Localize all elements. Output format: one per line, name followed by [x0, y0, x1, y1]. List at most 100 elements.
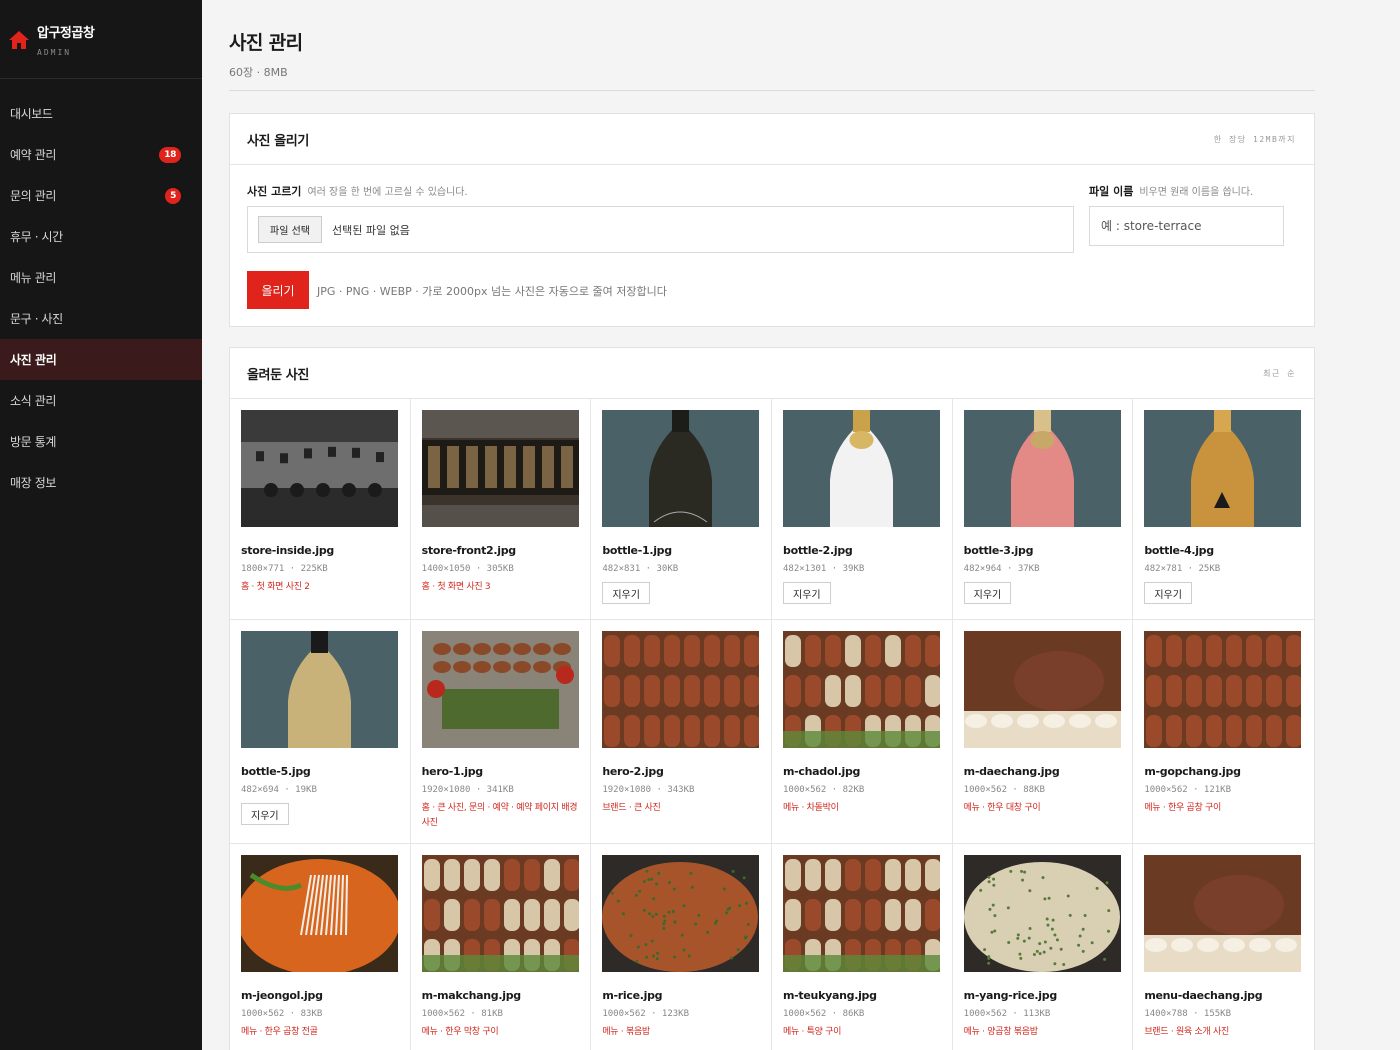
- photo-filename: m-makchang.jpg: [421, 989, 522, 1002]
- photo-filename: m-daechang.jpg: [963, 765, 1060, 778]
- name-field-label: 파일 이름 비우면 원래 이름을 씁니다.: [1089, 183, 1253, 199]
- photo-thumbnail[interactable]: [783, 631, 940, 748]
- photo-thumbnail[interactable]: [241, 631, 398, 748]
- photo-filename: store-front2.jpg: [421, 544, 517, 557]
- photo-usage: 브랜드 · 큰 사진: [602, 803, 661, 813]
- photo-thumbnail[interactable]: [963, 410, 1121, 527]
- file-name-input[interactable]: [1089, 206, 1284, 246]
- photo-meta: 1000×562 · 83KB: [241, 1009, 323, 1019]
- sidebar-item-0[interactable]: 대시보드: [0, 93, 202, 134]
- photo-thumbnail[interactable]: [963, 855, 1121, 972]
- photo-thumbnail[interactable]: [421, 410, 579, 527]
- delete-photo-button[interactable]: 지우기: [783, 582, 831, 604]
- sort-toggle[interactable]: 최근 순: [1263, 368, 1296, 379]
- pick-field-label: 사진 고르기 여러 장을 한 번에 고르실 수 있습니다.: [247, 183, 468, 199]
- photo-tile: menu-daechang.jpg 1400×788 · 155KB 브랜드 · 원…: [1133, 844, 1314, 1050]
- delete-photo-button[interactable]: 지우기: [1144, 582, 1192, 604]
- brand-name: 압구정곱창: [37, 26, 95, 41]
- photo-usage: 메뉴 · 한우 대창 구이: [963, 803, 1041, 813]
- home-icon: [9, 31, 29, 49]
- photo-meta: 1000×562 · 88KB: [963, 785, 1045, 795]
- sidebar-item-label: 소식 관리: [10, 394, 56, 408]
- photo-tile: bottle-2.jpg 482×1301 · 39KB 지우기: [772, 399, 953, 620]
- photo-meta: 1000×562 · 121KB: [1144, 785, 1232, 795]
- photo-meta: 1000×562 · 81KB: [421, 1009, 503, 1019]
- photo-thumbnail[interactable]: [241, 410, 398, 527]
- photo-thumbnail[interactable]: [783, 855, 940, 972]
- photo-filename: m-teukyang.jpg: [783, 989, 877, 1002]
- file-select-button[interactable]: 파일 선택: [258, 216, 322, 243]
- delete-photo-button[interactable]: 지우기: [602, 582, 650, 604]
- photo-tile: m-jeongol.jpg 1000×562 · 83KB 메뉴 · 한우 곱창 전…: [230, 844, 411, 1050]
- sidebar-item-8[interactable]: 방문 통계: [0, 421, 202, 462]
- sidebar-item-5[interactable]: 문구 · 사진: [0, 298, 202, 339]
- sidebar-item-7[interactable]: 소식 관리: [0, 380, 202, 421]
- photo-thumbnail[interactable]: [963, 631, 1121, 748]
- photo-filename: bottle-5.jpg: [241, 765, 311, 778]
- brand[interactable]: 압구정곱창 ADMIN: [0, 0, 202, 79]
- photo-filename: menu-daechang.jpg: [1144, 989, 1263, 1002]
- delete-photo-button[interactable]: 지우기: [241, 803, 289, 825]
- photo-tile: bottle-4.jpg 482×781 · 25KB 지우기: [1133, 399, 1314, 620]
- photo-tile: bottle-5.jpg 482×694 · 19KB 지우기: [230, 620, 411, 844]
- photo-tile: m-gopchang.jpg 1000×562 · 121KB 메뉴 · 한우 곱창…: [1133, 620, 1314, 844]
- photo-meta: 482×831 · 30KB: [602, 564, 679, 574]
- sidebar-item-label: 사진 관리: [10, 353, 57, 367]
- sidebar-item-label: 휴무 · 시간: [10, 230, 63, 244]
- photo-thumbnail[interactable]: [1144, 855, 1302, 972]
- pick-label: 사진 고르기: [247, 185, 302, 198]
- file-input[interactable]: 파일 선택 선택된 파일 없음: [247, 206, 1074, 253]
- photo-thumbnail[interactable]: [602, 855, 760, 972]
- sidebar: 압구정곱창 ADMIN 대시보드예약 관리 18 문의 관리 5 휴무 · 시간메뉴 관…: [0, 0, 202, 1050]
- count-badge: 18: [159, 146, 181, 163]
- sidebar-item-3[interactable]: 휴무 · 시간: [0, 216, 202, 257]
- photo-thumbnail[interactable]: [602, 631, 760, 748]
- photo-meta: 482×781 · 25KB: [1144, 564, 1221, 574]
- photo-filename: store-inside.jpg: [241, 544, 334, 557]
- photo-usage: 홈 · 첫 화면 사진 3: [421, 582, 491, 592]
- photo-list-card: 올려둔 사진 최근 순 store-inside.jpg 1800×771 · 2…: [229, 347, 1315, 1050]
- sidebar-item-label: 메뉴 관리: [10, 271, 56, 285]
- photo-usage: 브랜드 · 원육 소개 사진: [1144, 1027, 1229, 1037]
- main-content: 사진 관리 60장 · 8MB 사진 올리기 한 장당 12MB까지 사진 고르…: [229, 0, 1315, 1050]
- sidebar-item-9[interactable]: 매장 정보: [0, 462, 202, 503]
- photo-meta: 482×1301 · 39KB: [783, 564, 865, 574]
- photo-usage: 홈 · 첫 화면 사진 2: [241, 582, 310, 592]
- photo-thumbnail[interactable]: [421, 855, 579, 972]
- photo-usage: 메뉴 · 볶음밥: [602, 1027, 650, 1037]
- photo-meta: 1920×1080 · 343KB: [602, 785, 695, 795]
- sidebar-item-label: 예약 관리: [10, 148, 56, 162]
- photo-tile: bottle-3.jpg 482×964 · 37KB 지우기: [952, 399, 1134, 620]
- upload-button[interactable]: 올리기: [247, 271, 309, 309]
- sidebar-item-6[interactable]: 사진 관리: [0, 339, 202, 380]
- photo-tile: store-inside.jpg 1800×771 · 225KB 홈 · 첫 화면…: [230, 399, 411, 620]
- photo-list-title: 올려둔 사진: [247, 367, 309, 383]
- photo-usage: 홈 · 큰 사진, 문의 · 예약 · 예약 페이지 배경 사진: [421, 803, 578, 828]
- photo-filename: hero-2.jpg: [602, 765, 664, 778]
- photo-thumbnail[interactable]: [1144, 631, 1302, 748]
- photo-filename: bottle-2.jpg: [783, 544, 853, 557]
- page-subtitle: 60장 · 8MB: [229, 66, 288, 79]
- photo-meta: 1400×1050 · 305KB: [421, 564, 514, 574]
- upload-card-header: 사진 올리기 한 장당 12MB까지: [230, 114, 1314, 165]
- sidebar-item-4[interactable]: 메뉴 관리: [0, 257, 202, 298]
- upload-card: 사진 올리기 한 장당 12MB까지 사진 고르기 여러 장을 한 번에 고르실 …: [229, 113, 1315, 327]
- sidebar-nav: 대시보드예약 관리 18 문의 관리 5 휴무 · 시간메뉴 관리문구 · 사진사진 관…: [0, 93, 202, 503]
- page-title: 사진 관리: [229, 32, 303, 54]
- photo-thumbnail[interactable]: [241, 855, 398, 972]
- photo-meta: 1000×562 · 113KB: [963, 1009, 1051, 1019]
- photo-filename: m-rice.jpg: [602, 989, 663, 1002]
- photo-meta: 1000×562 · 86KB: [783, 1009, 865, 1019]
- sidebar-item-1[interactable]: 예약 관리 18: [0, 134, 202, 175]
- sidebar-item-2[interactable]: 문의 관리 5: [0, 175, 202, 216]
- photo-usage: 메뉴 · 한우 곱창 구이: [1144, 803, 1221, 813]
- delete-photo-button[interactable]: 지우기: [963, 582, 1012, 604]
- photo-thumbnail[interactable]: [1144, 410, 1302, 527]
- photo-thumbnail[interactable]: [602, 410, 760, 527]
- photo-filename: bottle-3.jpg: [963, 544, 1034, 557]
- photo-thumbnail[interactable]: [421, 631, 579, 748]
- pick-help: 여러 장을 한 번에 고르실 수 있습니다.: [307, 187, 468, 198]
- photo-thumbnail[interactable]: [783, 410, 940, 527]
- photo-filename: m-jeongol.jpg: [241, 989, 323, 1002]
- photo-filename: m-yang-rice.jpg: [963, 989, 1058, 1002]
